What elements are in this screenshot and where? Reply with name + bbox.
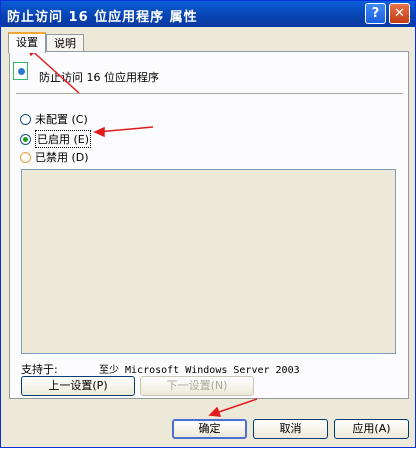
- arrow-to-settings-tab: [28, 47, 80, 94]
- tab-settings[interactable]: 设置: [8, 32, 46, 53]
- annotation-arrows: [25, 44, 258, 417]
- arrow-head: [93, 126, 105, 138]
- properties-dialog: 防止访问 16 位应用程序 属性 ? ✕ 设置 说明 防止访问 16 位应用程序…: [0, 0, 416, 448]
- arrow-to-ok-button: [212, 398, 258, 415]
- arrow-to-enabled-option: [96, 126, 154, 133]
- arrow-head: [208, 406, 222, 417]
